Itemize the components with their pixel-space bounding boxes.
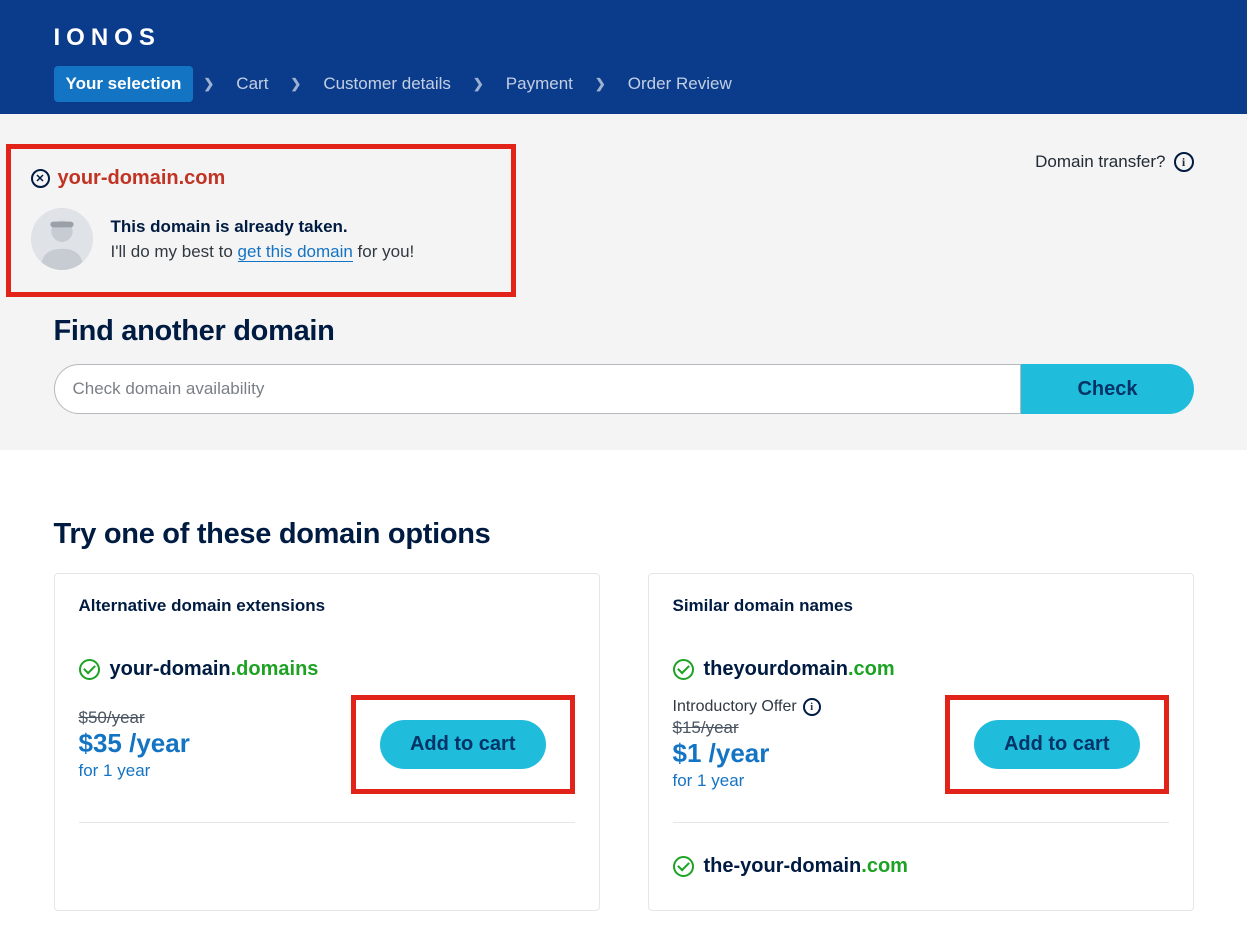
chevron-right-icon: ❯ <box>290 76 301 92</box>
available-icon <box>673 856 694 877</box>
chevron-right-icon: ❯ <box>203 76 214 92</box>
advisor-avatar <box>31 208 93 270</box>
original-price: $15/year <box>673 718 821 738</box>
crumb-customer-details[interactable]: Customer details <box>311 66 463 102</box>
add-to-cart-button[interactable]: Add to cart <box>974 720 1140 769</box>
cta-highlight: Add to cart <box>945 695 1169 794</box>
taken-prefix: I'll do my best to <box>111 242 238 261</box>
find-another-heading: Find another domain <box>54 315 1194 348</box>
brand-logo[interactable]: IONOS <box>54 0 1194 66</box>
search-section: ✕ your-domain.com This domain is already… <box>0 114 1247 450</box>
domain-transfer-link[interactable]: Domain transfer? i <box>1035 144 1193 172</box>
price: $1 /year <box>673 738 821 769</box>
crumb-order-review[interactable]: Order Review <box>616 66 744 102</box>
header: IONOS Your selection ❯ Cart ❯ Customer d… <box>0 0 1247 114</box>
pricing: Introductory Offer i $15/year $1 /year fo… <box>673 698 821 791</box>
divider <box>673 822 1169 823</box>
suggestions-section: Try one of these domain options Alternat… <box>0 450 1247 951</box>
domain-search-input[interactable] <box>54 364 1022 414</box>
domain-option: your-domain.domains $50/year $35 /year f… <box>79 658 575 823</box>
available-icon <box>79 659 100 680</box>
options-heading: Try one of these domain options <box>54 518 1194 551</box>
queried-domain: your-domain.com <box>58 167 226 190</box>
add-to-cart-button[interactable]: Add to cart <box>380 720 546 769</box>
available-icon <box>673 659 694 680</box>
divider <box>79 822 575 823</box>
taken-suffix: for you! <box>353 242 414 261</box>
check-button[interactable]: Check <box>1021 364 1193 414</box>
crumb-payment[interactable]: Payment <box>494 66 585 102</box>
chevron-right-icon: ❯ <box>473 76 484 92</box>
brand-text: IONOS <box>54 24 161 51</box>
card-title: Similar domain names <box>673 596 1169 616</box>
advisor-message: This domain is already taken. I'll do my… <box>111 214 415 265</box>
intro-offer-label: Introductory Offer <box>673 698 797 716</box>
unavailable-icon: ✕ <box>31 169 50 188</box>
domain-name: your-domain.domains <box>110 658 319 681</box>
price-term: for 1 year <box>79 761 190 781</box>
original-price: $50/year <box>79 708 190 728</box>
pricing: $50/year $35 /year for 1 year <box>79 708 190 781</box>
domain-option: the-your-domain.com <box>673 855 1169 878</box>
domain-name: the-your-domain.com <box>704 855 908 878</box>
chevron-right-icon: ❯ <box>595 76 606 92</box>
domain-taken-callout: ✕ your-domain.com This domain is already… <box>6 144 516 297</box>
get-this-domain-link[interactable]: get this domain <box>238 242 353 262</box>
domain-option: theyourdomain.com Introductory Offer i $1… <box>673 658 1169 823</box>
breadcrumb: Your selection ❯ Cart ❯ Customer details… <box>54 66 1194 102</box>
domain-name: theyourdomain.com <box>704 658 895 681</box>
alternative-extensions-card: Alternative domain extensions your-domai… <box>54 573 600 911</box>
transfer-label: Domain transfer? <box>1035 152 1165 172</box>
similar-names-card: Similar domain names theyourdomain.com I… <box>648 573 1194 911</box>
crumb-cart[interactable]: Cart <box>224 66 280 102</box>
taken-heading: This domain is already taken. <box>111 214 415 240</box>
crumb-your-selection[interactable]: Your selection <box>54 66 194 102</box>
domain-search-form: Check <box>54 364 1194 414</box>
cta-highlight: Add to cart <box>351 695 575 794</box>
price-term: for 1 year <box>673 771 821 791</box>
info-icon[interactable]: i <box>1174 152 1194 172</box>
price: $35 /year <box>79 728 190 759</box>
card-title: Alternative domain extensions <box>79 596 575 616</box>
info-icon[interactable]: i <box>803 698 821 716</box>
